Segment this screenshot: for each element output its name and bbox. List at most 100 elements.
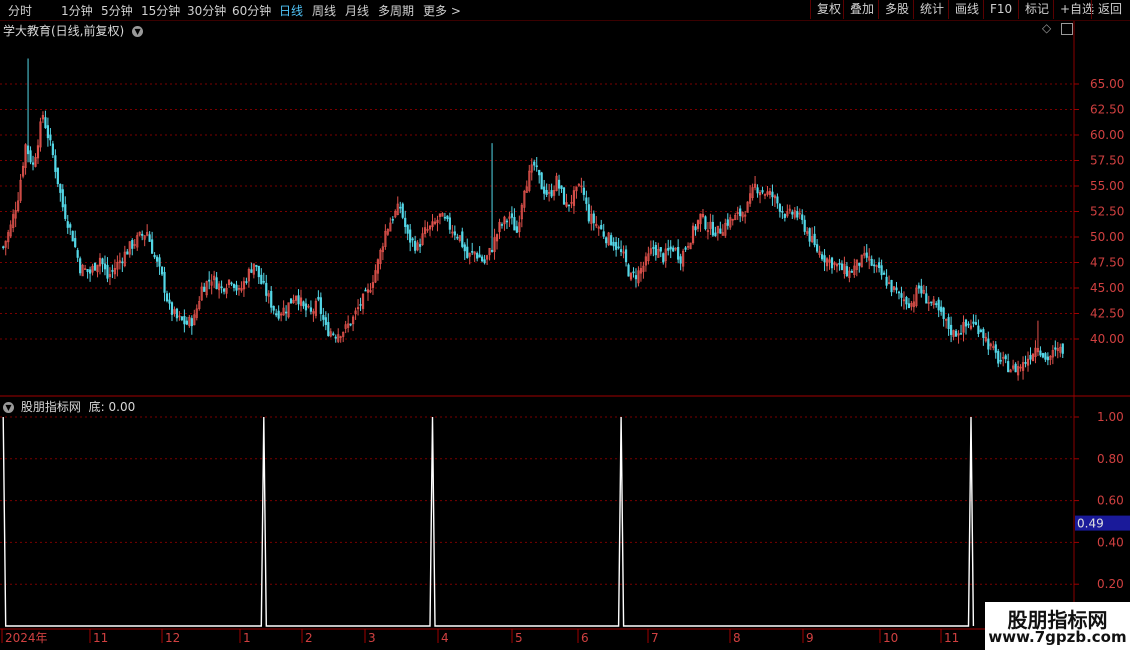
- candle-body: [1029, 355, 1032, 360]
- time-tick-label: 2024年: [5, 631, 48, 645]
- price-tick-label: 60.00: [1090, 128, 1124, 142]
- fuquan-button[interactable]: 复权: [810, 0, 847, 19]
- candle-body: [714, 232, 717, 237]
- candle-body: [515, 226, 518, 233]
- period-tab-multi[interactable]: 多周期: [378, 2, 414, 19]
- candle-body: [46, 125, 50, 139]
- candle-body: [317, 296, 320, 300]
- time-tick-label: 10: [883, 631, 898, 645]
- period-tab-60min[interactable]: 60分钟: [232, 2, 271, 19]
- watermark-url: www.7gpzb.com: [988, 628, 1127, 646]
- time-tick-label: 9: [806, 631, 814, 645]
- indicator-tick-label: 0.60: [1097, 494, 1124, 508]
- candle-body: [327, 322, 330, 336]
- candle-body: [131, 239, 134, 249]
- price-tick-label: 52.50: [1090, 205, 1124, 219]
- candle-body: [88, 269, 92, 274]
- candle-body: [711, 221, 714, 236]
- candle-body: [977, 325, 980, 334]
- candle-body: [250, 269, 253, 273]
- candle-body: [858, 262, 861, 266]
- candle-body: [959, 333, 963, 335]
- candle-body: [165, 293, 169, 302]
- period-tab-timeshare[interactable]: 分时: [8, 2, 32, 19]
- candle-body: [813, 233, 816, 246]
- time-tick-label: 4: [441, 631, 449, 645]
- price-tick-label: 62.50: [1090, 103, 1124, 117]
- f10-button[interactable]: F10: [983, 0, 1018, 19]
- candle-body: [215, 277, 218, 290]
- period-tab-1min[interactable]: 1分钟: [61, 2, 93, 19]
- mark-button[interactable]: 标记: [1018, 0, 1055, 19]
- period-tab-30min[interactable]: 30分钟: [187, 2, 226, 19]
- chevron-down-icon[interactable]: ▼: [3, 402, 14, 413]
- candle-body: [801, 214, 804, 220]
- candle-body: [44, 117, 47, 128]
- candle-body: [168, 299, 171, 304]
- candle-body: [937, 299, 940, 311]
- period-tab-month[interactable]: 月线: [345, 2, 369, 19]
- candle-body: [419, 244, 422, 247]
- draw-line-button[interactable]: 画线: [948, 0, 985, 19]
- candle-body: [726, 219, 729, 226]
- candle-body: [964, 319, 968, 327]
- candle-body: [533, 161, 536, 166]
- candle-body: [816, 244, 819, 252]
- statistics-button[interactable]: 统计: [913, 0, 950, 19]
- candle-body: [704, 216, 707, 230]
- candle-body: [61, 189, 64, 208]
- candle-body: [783, 214, 786, 218]
- candle-body: [476, 252, 479, 259]
- candle-body: [1004, 355, 1007, 360]
- price-tick-label: 55.00: [1090, 179, 1124, 193]
- candle-body: [890, 279, 893, 293]
- candle-body: [615, 242, 618, 250]
- candle-body: [490, 249, 494, 252]
- time-tick-label: 2: [305, 631, 313, 645]
- time-tick-label: 6: [581, 631, 589, 645]
- indicator-tick-label: 0.80: [1097, 452, 1124, 466]
- candle-body: [1024, 361, 1027, 364]
- period-tab-15min[interactable]: 15分钟: [141, 2, 180, 19]
- candle-body: [471, 251, 474, 253]
- candle-body: [31, 162, 35, 165]
- candle-body: [900, 293, 903, 298]
- candle-body: [587, 204, 590, 222]
- candle-body: [401, 203, 404, 218]
- candle-body: [349, 323, 352, 326]
- period-tab-day[interactable]: 日线: [279, 2, 303, 19]
- chevron-down-icon[interactable]: ▼: [132, 26, 144, 37]
- candle-body: [1044, 353, 1047, 360]
- candle-body: [103, 263, 107, 270]
- multi-stock-button[interactable]: 多股: [878, 0, 915, 19]
- candle-body: [719, 228, 722, 234]
- candle-body: [297, 295, 300, 305]
- period-tab-5min[interactable]: 5分钟: [101, 2, 133, 19]
- candle-body: [456, 236, 459, 239]
- candle-body: [974, 322, 978, 325]
- candle-body: [163, 271, 166, 293]
- period-tab-more[interactable]: 更多 >: [423, 2, 461, 19]
- candle-body: [545, 190, 548, 195]
- period-toolbar: 分时 1分钟 5分钟 15分钟 30分钟 60分钟 日线 周线 月线 多周期 更…: [0, 0, 1130, 21]
- indicator-tick-label: 1.00: [1097, 410, 1124, 424]
- candle-body: [359, 304, 362, 306]
- candle-body: [478, 254, 481, 258]
- candle-body: [820, 254, 824, 260]
- candle-body: [111, 270, 114, 272]
- candle-body: [391, 219, 394, 221]
- candle-body: [260, 274, 263, 285]
- candle-body: [582, 187, 585, 195]
- stock-chart[interactable]: 40.0042.5045.0047.5050.0052.5055.0057.50…: [0, 0, 1130, 650]
- candle-body: [560, 185, 563, 189]
- candle-body: [935, 303, 938, 305]
- back-button[interactable]: 返回: [1091, 0, 1128, 19]
- period-tab-week[interactable]: 周线: [312, 2, 336, 19]
- diamond-icon[interactable]: ◇: [1042, 21, 1051, 35]
- candle-body: [791, 211, 794, 215]
- overlay-button[interactable]: 叠加: [843, 0, 880, 19]
- window-toggle-icon[interactable]: [1061, 22, 1074, 35]
- candle-body: [776, 196, 779, 204]
- candle-body: [778, 204, 781, 212]
- candle-body: [567, 204, 571, 207]
